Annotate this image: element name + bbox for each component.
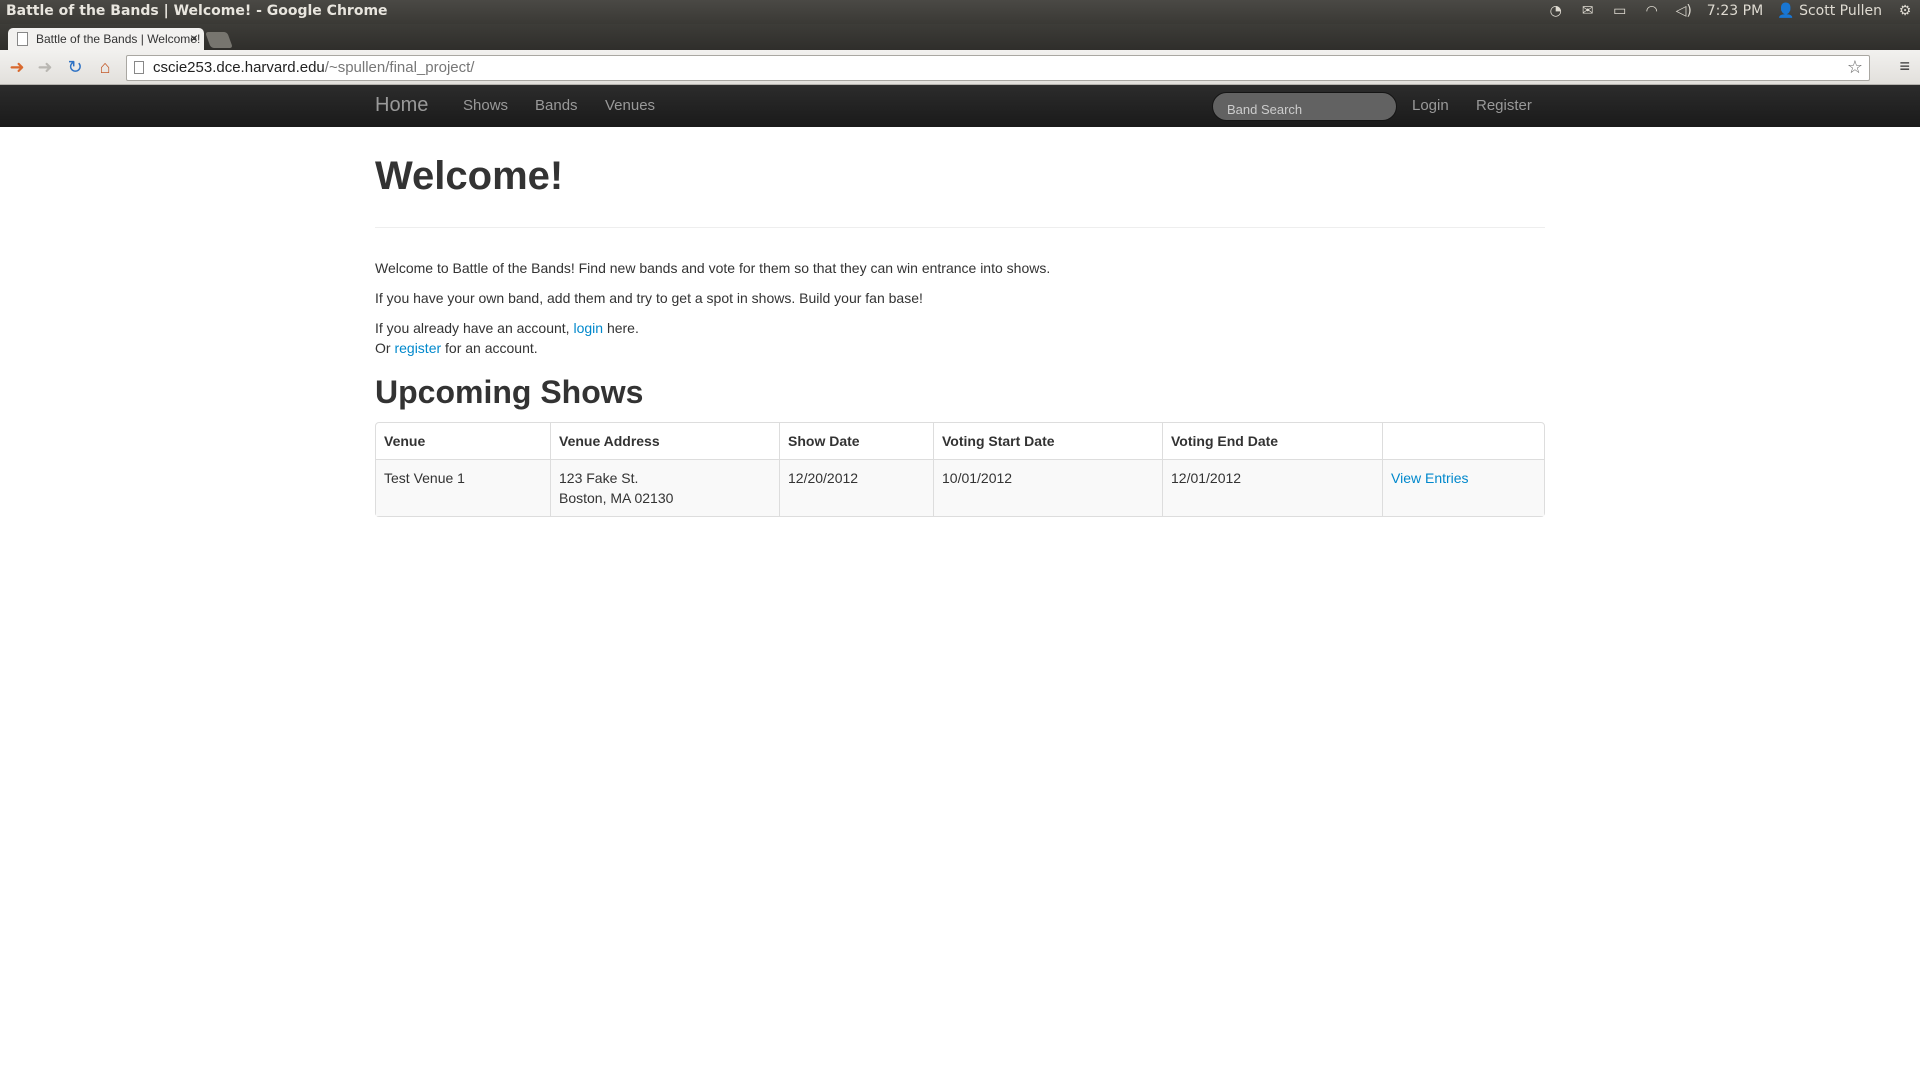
register-prefix: Or [375,340,395,356]
column-header-actions [1382,423,1544,459]
divider [375,227,1545,228]
upcoming-shows-heading: Upcoming Shows [375,374,644,410]
forward-arrow-icon[interactable]: ➜ [34,56,56,78]
browser-toolbar: ➜ ➜ ↻ ⌂ cscie253.dce.harvard.edu/~spulle… [0,50,1920,85]
cell-voting-end: 12/01/2012 [1162,459,1382,516]
main-content: Welcome! Welcome to Battle of the Bands!… [375,127,1545,517]
cell-voting-start: 10/01/2012 [933,459,1162,516]
column-header-address: Venue Address [550,423,779,459]
page-icon [17,32,28,46]
user-menu[interactable]: 👤 Scott Pullen [1777,3,1882,19]
clock[interactable]: 7:23 PM [1707,3,1763,19]
account-text: If you already have an account, login he… [375,318,1545,358]
user-icon: 👤 [1777,3,1795,19]
page-icon [134,61,144,74]
nav-register[interactable]: Register [1476,97,1532,114]
bookmark-star-icon[interactable]: ☆ [1847,57,1863,78]
tab-strip: Battle of the Bands | Welcome! × [0,24,1920,50]
intro-text-1: Welcome to Battle of the Bands! Find new… [375,260,1051,276]
gear-icon[interactable]: ⚙ [1896,3,1914,19]
intro-text-2: If you have your own band, add them and … [375,290,923,306]
register-suffix: for an account. [441,340,538,356]
new-tab-button[interactable] [205,32,233,48]
page-title: Welcome! [375,154,564,198]
system-tray: ◔ ✉ ▭ ◠ ◁) 7:23 PM 👤 Scott Pullen ⚙ [1547,3,1914,19]
table-header-row: Venue Venue Address Show Date Voting Sta… [376,423,1544,459]
band-search-input[interactable] [1212,92,1397,121]
battery-icon[interactable]: ▭ [1611,3,1629,19]
site-navbar: Home Shows Bands Venues Login Register [0,85,1920,127]
cell-venue: Test Venue 1 [376,459,550,516]
account-suffix: here. [603,320,639,336]
shows-table: Venue Venue Address Show Date Voting Sta… [375,422,1545,517]
address-bar[interactable]: cscie253.dce.harvard.edu/~spullen/final_… [126,55,1870,81]
close-icon[interactable]: × [190,30,198,46]
network-status-icon[interactable]: ◔ [1547,3,1565,19]
mail-icon[interactable]: ✉ [1579,3,1597,19]
address-line-1: 123 Fake St. [559,470,639,486]
account-prefix: If you already have an account, [375,320,574,336]
browser-tab[interactable]: Battle of the Bands | Welcome! × [8,28,204,50]
nav-bands[interactable]: Bands [535,97,578,114]
user-name: Scott Pullen [1799,3,1882,19]
column-header-show-date: Show Date [779,423,933,459]
home-link[interactable]: Home [375,94,428,117]
nav-login[interactable]: Login [1412,97,1449,114]
register-link[interactable]: register [394,340,441,356]
volume-icon[interactable]: ◁) [1675,3,1693,19]
url-path: /~spullen/final_project/ [324,59,475,76]
column-header-voting-start: Voting Start Date [933,423,1162,459]
os-top-panel: Battle of the Bands | Welcome! - Google … [0,0,1920,24]
cell-address: 123 Fake St. Boston, MA 02130 [550,459,779,516]
home-icon[interactable]: ⌂ [94,56,116,78]
url-host: cscie253.dce.harvard.edu [153,59,325,76]
window-title: Battle of the Bands | Welcome! - Google … [6,3,388,19]
back-arrow-icon[interactable]: ➜ [6,56,28,78]
column-header-voting-end: Voting End Date [1162,423,1382,459]
login-link[interactable]: login [573,320,603,336]
column-header-venue: Venue [384,433,426,449]
nav-shows[interactable]: Shows [463,97,508,114]
view-entries-link[interactable]: View Entries [1391,470,1469,486]
table-row: Test Venue 1 123 Fake St. Boston, MA 0213… [376,459,1544,516]
wifi-icon[interactable]: ◠ [1643,3,1661,19]
cell-show-date: 12/20/2012 [779,459,933,516]
reload-icon[interactable]: ↻ [64,56,86,78]
address-line-2: Boston, MA 02130 [559,490,674,506]
cell-action: View Entries [1382,459,1544,516]
nav-venues[interactable]: Venues [605,97,655,114]
menu-icon[interactable]: ≡ [1899,56,1910,77]
tab-title: Battle of the Bands | Welcome! [36,32,201,46]
